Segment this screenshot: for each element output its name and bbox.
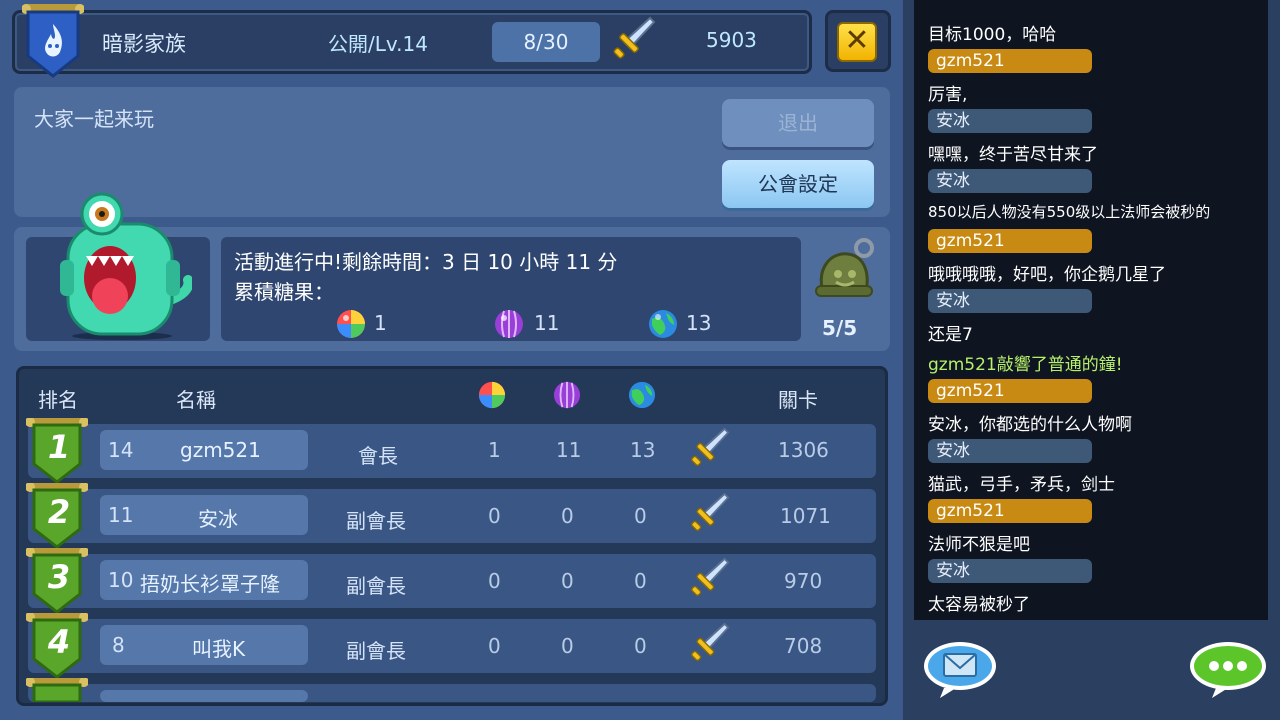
- chat-sender-name[interactable]: gzm521: [928, 379, 1092, 403]
- header-globe-candy-icon: [628, 381, 656, 409]
- rank-number: 4: [47, 623, 71, 661]
- sword-icon: [691, 557, 730, 596]
- event-remaining-time: 活動進行中!剩餘時間：3 日 10 小時 11 分: [234, 250, 618, 274]
- header-name: 名稱: [176, 388, 216, 412]
- guild-announcement-text: 大家一起来玩: [34, 107, 154, 131]
- chat-message: 法师不狠是吧: [928, 535, 1030, 555]
- sword-power-icon: [613, 16, 656, 59]
- chat-sender-name[interactable]: 安冰: [928, 559, 1092, 583]
- globe-candy-value: 0: [634, 569, 647, 593]
- player-role: 副會長: [346, 574, 406, 598]
- chat-message: 目标1000，哈哈: [928, 25, 1057, 45]
- globe-candy-icon: [649, 310, 677, 338]
- chat-sender-name[interactable]: 安冰: [928, 439, 1092, 463]
- player-role: 副會長: [346, 509, 406, 533]
- leave-guild-button[interactable]: 退出: [722, 99, 874, 147]
- chat-sender-name[interactable]: gzm521: [928, 49, 1092, 73]
- guild-name: 暗影家族: [102, 32, 186, 56]
- chat-sender-name[interactable]: gzm521: [928, 499, 1092, 523]
- purple-candy-value: 0: [561, 634, 574, 658]
- chat-message: 哦哦哦哦，好吧，你企鹅几星了: [928, 265, 1166, 285]
- cyclops-monster-mascot-icon: [60, 192, 192, 340]
- chat-sender-name[interactable]: 安冰: [928, 169, 1092, 193]
- player-level: 11: [108, 503, 134, 527]
- player-name: 叫我K: [192, 637, 246, 661]
- rainbow-candy-value: 0: [488, 504, 501, 528]
- stage-value: 970: [784, 569, 823, 593]
- chat-message: 安冰，你都选的什么人物啊: [928, 415, 1132, 435]
- chat-system-message: gzm521敲響了普通的鐘!: [928, 355, 1123, 375]
- globe-candy-value: 0: [634, 504, 647, 528]
- player-role: 副會長: [346, 639, 406, 663]
- rainbow-candy-value: 1: [488, 438, 501, 462]
- chat-sender-name[interactable]: 安冰: [928, 289, 1092, 313]
- rainbow-candy-value: 0: [488, 634, 501, 658]
- rank-badge-icon: [26, 678, 88, 702]
- accumulated-candy-label: 累積糖果：: [234, 280, 334, 304]
- rainbow-candy-value: 0: [488, 569, 501, 593]
- rainbow-candy-icon: [337, 310, 365, 338]
- header-stage: 關卡: [778, 388, 818, 412]
- chat-message: 850以后人物没有550级以上法师会被秒的: [928, 203, 1211, 221]
- header-rainbow-candy-icon: [478, 381, 506, 409]
- globe-candy-value: 13: [630, 438, 656, 462]
- purple-candy-value: 0: [561, 569, 574, 593]
- rank-number: 3: [47, 558, 71, 596]
- guild-power-value: 5903: [706, 28, 757, 52]
- chat-sender-name[interactable]: gzm521: [928, 229, 1092, 253]
- sword-icon: [691, 427, 730, 466]
- chat-message: 太容易被秒了: [928, 595, 1030, 615]
- mail-icon[interactable]: [922, 638, 1000, 698]
- player-level: 14: [108, 438, 134, 462]
- stage-value: 1071: [780, 504, 831, 528]
- sword-icon: [691, 622, 730, 661]
- guild-status-level: 公開/Lv.14: [328, 32, 428, 56]
- chat-message: 还是7: [928, 325, 973, 345]
- globe-candy-value: 0: [634, 634, 647, 658]
- purple-candy-count: 11: [534, 311, 560, 335]
- purple-candy-icon: [495, 310, 523, 338]
- chat-message: 猫武，弓手，矛兵，剑士: [928, 475, 1115, 495]
- rainbow-candy-count: 1: [374, 311, 387, 335]
- bell-count: 5/5: [822, 316, 858, 340]
- player-name: 捂奶长衫罩子隆: [140, 572, 280, 596]
- player-name-box[interactable]: [100, 690, 308, 702]
- player-name: 安冰: [198, 507, 238, 531]
- stage-value: 708: [784, 634, 823, 658]
- guild-settings-button[interactable]: 公會設定: [722, 160, 874, 208]
- player-name: gzm521: [180, 438, 261, 462]
- header-purple-candy-icon: [553, 381, 581, 409]
- chat-message: 嘿嘿，终于苦尽甘来了: [928, 145, 1098, 165]
- guild-flame-emblem-icon: [22, 4, 84, 78]
- chat-sender-name[interactable]: 安冰: [928, 109, 1092, 133]
- rank-number: 2: [47, 493, 71, 531]
- guild-bell-icon[interactable]: [808, 236, 878, 310]
- stage-value: 1306: [778, 438, 829, 462]
- player-level: 8: [112, 633, 125, 657]
- member-count: 8/30: [492, 22, 600, 62]
- sword-icon: [691, 492, 730, 531]
- chat-message: 厉害,: [928, 85, 968, 105]
- globe-candy-count: 13: [686, 311, 712, 335]
- purple-candy-value: 11: [556, 438, 582, 462]
- purple-candy-value: 0: [561, 504, 574, 528]
- player-role: 會長: [358, 444, 398, 468]
- chat-bubble-icon[interactable]: [1188, 640, 1268, 698]
- header-rank: 排名: [38, 388, 78, 412]
- player-level: 10: [108, 568, 134, 592]
- rank-number: 1: [47, 428, 71, 466]
- close-button[interactable]: ✕: [837, 22, 877, 62]
